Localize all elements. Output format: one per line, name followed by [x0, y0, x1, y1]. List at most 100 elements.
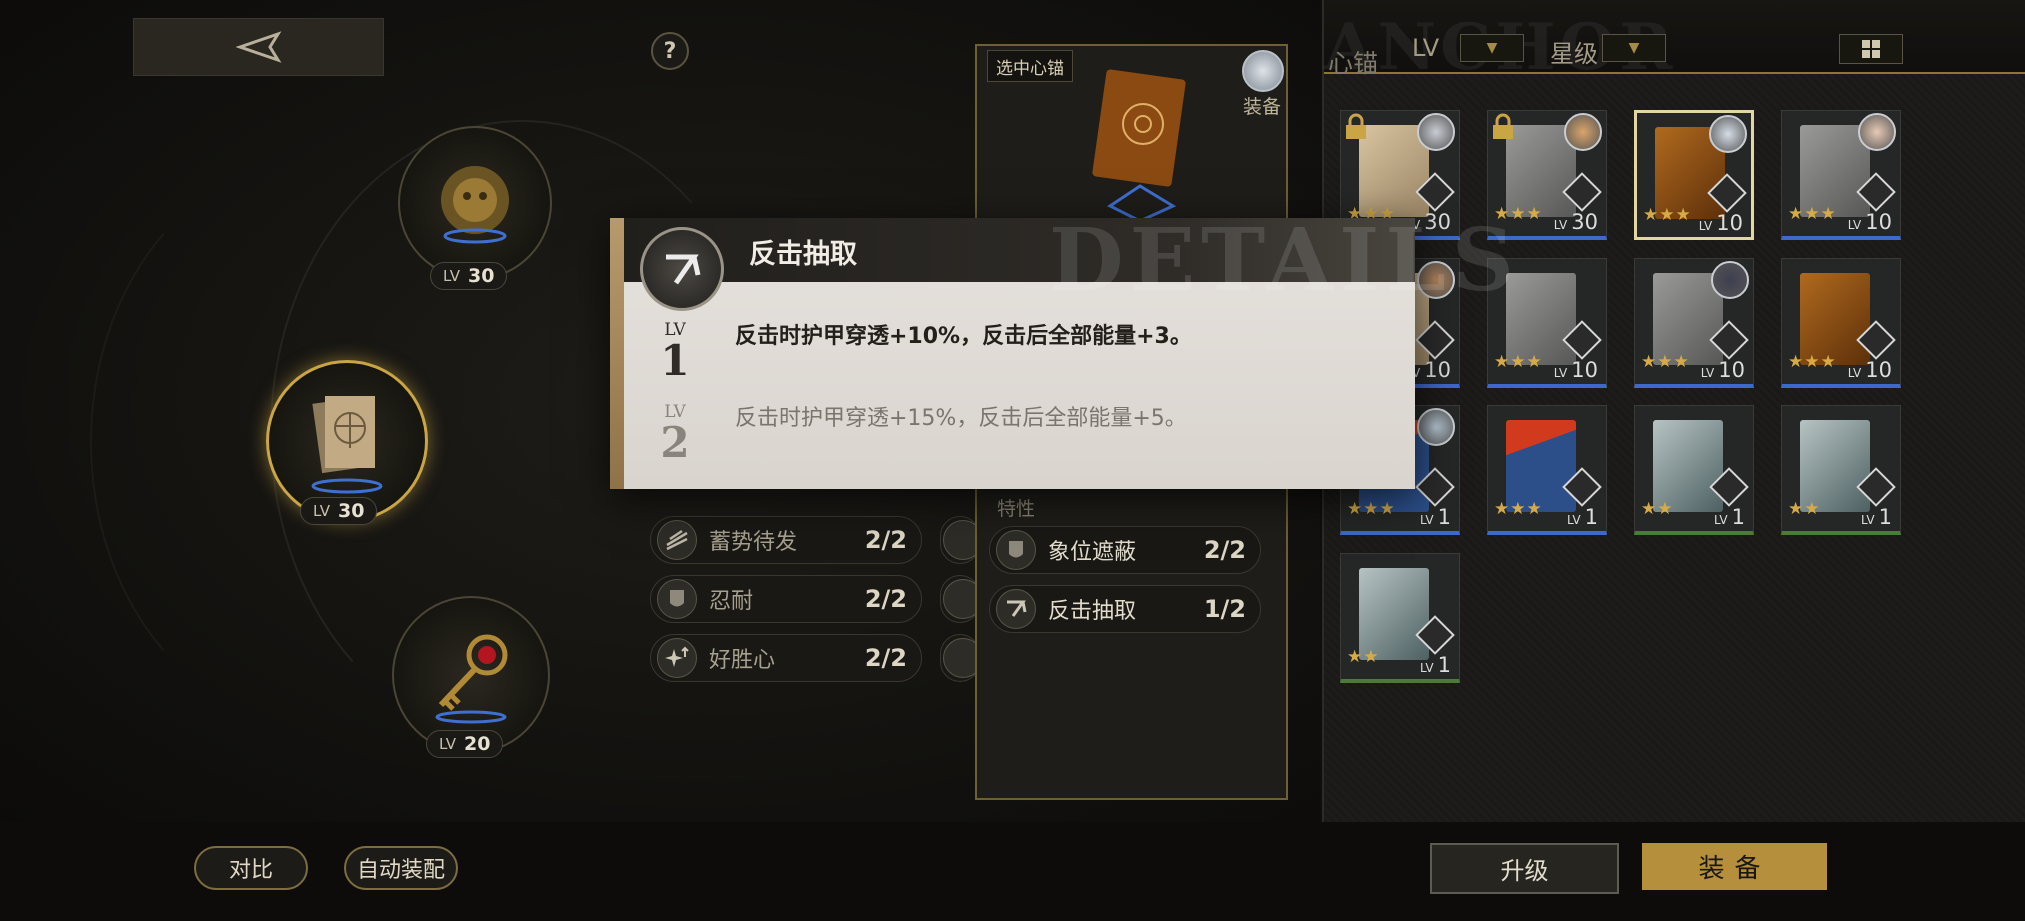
star-filter-label: 星级: [1550, 40, 1598, 68]
tooltip-accent-bar: [610, 218, 624, 489]
skill-detail-tooltip: DETAILS 反击抽取 LV 1 反击时护甲穿透+10%，反击后全部能量+3。…: [610, 210, 1514, 489]
equip-status: 装备: [1243, 96, 1282, 118]
anchor-card[interactable]: ★★ LV 1: [1781, 405, 1901, 535]
trait-section-title: 特性: [997, 498, 1036, 520]
dropdown-arrow-icon: ▼: [1628, 40, 1640, 56]
card-level: LV10: [1700, 358, 1745, 382]
anchor-card[interactable]: ★★★ LV10: [1781, 110, 1901, 240]
anchor-card[interactable]: ★★★ LV10: [1634, 258, 1754, 388]
slot-2-level: LV 30: [300, 497, 378, 525]
card-level: LV 1: [1420, 505, 1451, 529]
skill-count: 2/2: [864, 526, 907, 554]
inventory-header: ANCHOR 心锚 LV ▼ 星级 ▼: [1324, 0, 2025, 85]
character-avatar: [1564, 113, 1602, 151]
lv-filter-label: LV: [1412, 34, 1440, 62]
skill-pill-xushidaifa[interactable]: 蓄势待发 2/2: [650, 516, 922, 564]
wind-slash-icon: [657, 520, 697, 560]
card-level: LV10: [1698, 211, 1743, 235]
slot-1-level: LV 30: [430, 262, 508, 290]
card-stars: ★★★: [1494, 352, 1543, 372]
skill-pill-partial-1[interactable]: [940, 516, 983, 564]
card-level: LV10: [1553, 358, 1598, 382]
ruby-key-icon: [435, 634, 508, 724]
anchor-slot-1[interactable]: [398, 126, 552, 280]
level-1-label: LV 1: [660, 320, 690, 385]
skill-pill-partial-2[interactable]: [940, 575, 983, 623]
skill-count: 2/2: [864, 585, 907, 613]
card-level: LV 1: [1714, 505, 1745, 529]
lock-icon: [1346, 113, 1366, 139]
skill-pill-partial-3[interactable]: [940, 634, 983, 682]
card-stars: ★★★: [1641, 352, 1690, 372]
auto-equip-button[interactable]: 自动装配: [344, 846, 458, 890]
anchor-card[interactable]: ★★★ LV10: [1781, 258, 1901, 388]
card-stars: ★★★: [1643, 205, 1692, 225]
shield-icon: [996, 530, 1036, 570]
character-avatar: [1417, 113, 1455, 151]
card-stars: ★★★: [1494, 499, 1543, 519]
tooltip-header: DETAILS 反击抽取: [624, 210, 1514, 311]
card-stars: ★★★: [1347, 499, 1396, 519]
card-stars: ★★★: [1788, 352, 1837, 372]
card-level: LV 1: [1567, 505, 1598, 529]
trait-count: 1/2: [1203, 595, 1246, 623]
anchor-card[interactable]: ★★★ LV 1: [1487, 405, 1607, 535]
dropdown-arrow-icon: ▼: [1486, 40, 1498, 56]
counter-arrow-icon: [996, 589, 1036, 629]
card-stars: ★★★: [1788, 204, 1837, 224]
equipped-character-avatar: [1242, 50, 1284, 92]
skill-name: 好胜心: [709, 648, 776, 673]
level-2-label: LV 2: [660, 402, 690, 467]
skill-name: 忍耐: [709, 589, 754, 614]
anchor-card[interactable]: ★★★ LV10: [1634, 110, 1754, 240]
tome-book-icon: [1092, 69, 1186, 223]
lion-head-icon: [441, 166, 509, 244]
inventory-panel: ANCHOR 心锚 LV ▼ 星级 ▼ ★★★LV30★★★LV30★★★LV1…: [1322, 0, 2025, 822]
back-button[interactable]: [133, 18, 384, 76]
anchor-card[interactable]: ★★ LV 1: [1340, 553, 1460, 683]
skill-name: 蓄势待发: [709, 530, 798, 555]
card-level: LV10: [1847, 358, 1892, 382]
details-watermark: DETAILS: [1049, 210, 1520, 311]
selected-anchor-label: 选中心锚: [987, 50, 1073, 82]
card-level: LV 1: [1420, 653, 1451, 677]
trait-name: 反击抽取: [1048, 599, 1137, 624]
card-level: LV30: [1553, 210, 1598, 234]
card-level: LV10: [1847, 210, 1892, 234]
anchor-card[interactable]: ★★ LV 1: [1634, 405, 1754, 535]
counter-arrow-icon: [640, 227, 724, 311]
lv-filter-dropdown[interactable]: ▼: [1460, 34, 1524, 62]
vitruvian-pages-icon: [311, 396, 383, 494]
trait-name: 象位遮蔽: [1048, 540, 1137, 565]
shield-icon: [657, 579, 697, 619]
bottom-bar: 对比 自动装配 升级 装备: [0, 822, 2025, 921]
card-stars: ★★: [1347, 647, 1380, 667]
card-stars: ★★: [1788, 499, 1821, 519]
character-avatar: [1417, 408, 1455, 446]
tooltip-title: 反击抽取: [749, 239, 857, 270]
level-2-description: 反击时护甲穿透+15%，反击后全部能量+5。: [735, 406, 1187, 431]
star-filter-dropdown[interactable]: ▼: [1602, 34, 1666, 62]
lock-icon: [1493, 113, 1513, 139]
back-arrow-icon: [235, 31, 281, 63]
grid-icon: [1862, 40, 1880, 58]
character-avatar: [1858, 113, 1896, 151]
trait-count: 2/2: [1203, 536, 1246, 564]
slot-3-level: LV 20: [426, 730, 504, 758]
inventory-title: 心锚: [1328, 49, 1379, 78]
grid-view-button[interactable]: [1839, 34, 1903, 64]
equip-button[interactable]: 装备: [1642, 843, 1827, 890]
card-level: LV 1: [1861, 505, 1892, 529]
character-avatar: [1709, 115, 1747, 153]
sparkle-arrow-icon: [657, 638, 697, 678]
upgrade-button[interactable]: 升级: [1430, 843, 1619, 894]
level-1-description: 反击时护甲穿透+10%，反击后全部能量+3。: [735, 324, 1192, 349]
help-icon[interactable]: ?: [651, 32, 689, 70]
skill-pill-rennai[interactable]: 忍耐 2/2: [650, 575, 922, 623]
trait-pill-xiangweizhebi[interactable]: 象位遮蔽 2/2: [989, 526, 1261, 574]
trait-pill-fanjichouqu[interactable]: 反击抽取 1/2: [989, 585, 1261, 633]
skill-pill-haoshengxin[interactable]: 好胜心 2/2: [650, 634, 922, 682]
character-avatar: [1711, 261, 1749, 299]
card-stars: ★★: [1641, 499, 1674, 519]
compare-button[interactable]: 对比: [194, 846, 308, 890]
